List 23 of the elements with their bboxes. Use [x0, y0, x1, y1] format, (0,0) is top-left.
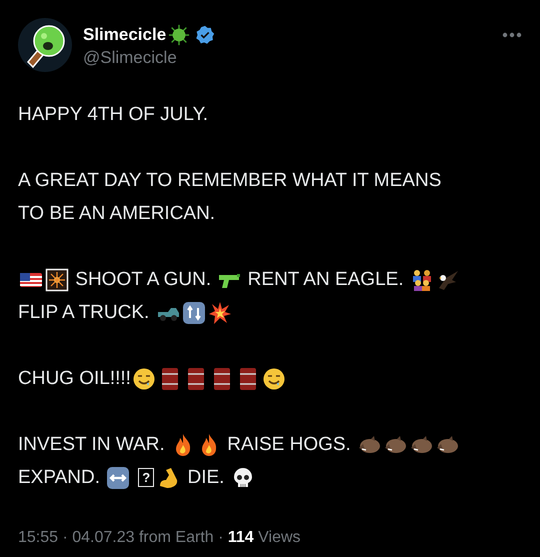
- post-text: INVEST IN WAR.: [18, 434, 166, 456]
- fireworks-icon: [45, 268, 69, 292]
- more-icon[interactable]: [502, 32, 522, 38]
- author-handle[interactable]: @Slimecicle: [83, 48, 502, 68]
- post-text: DIE.: [186, 466, 226, 488]
- tweet-meta: 15:55 · 04.07.23 from Earth · 114 Views: [17, 528, 302, 547]
- post-text: RENT AN EAGLE.: [246, 268, 405, 290]
- post-text: CHUG OIL!!!!: [18, 368, 131, 390]
- post-text: A GREAT DAY TO REMEMBER WHAT IT MEANS: [18, 170, 442, 192]
- post-text: HAPPY 4TH OF JULY.: [18, 104, 208, 126]
- repeat-icon: [182, 300, 206, 324]
- drooling-face-icon: [132, 366, 156, 390]
- avatar[interactable]: [18, 18, 72, 72]
- post-text: RAISE HOGS.: [226, 434, 352, 456]
- post-text: EXPAND.: [18, 466, 102, 488]
- missing-glyph: ?: [138, 468, 154, 487]
- drooling-face-icon: [262, 366, 286, 390]
- virus-icon: [168, 24, 190, 46]
- author-name[interactable]: Slimecicle: [83, 25, 166, 45]
- explosion-icon: [208, 300, 232, 324]
- post-text: FLIP A TRUCK.: [18, 302, 150, 324]
- post-text: TO BE AN AMERICAN.: [18, 202, 216, 224]
- post-text: SHOOT A GUN.: [74, 268, 212, 290]
